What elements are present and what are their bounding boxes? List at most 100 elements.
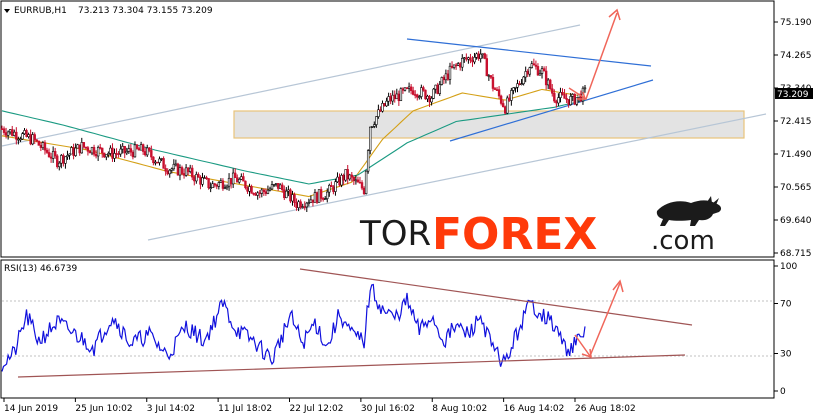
candle-body xyxy=(522,76,525,85)
candle-body xyxy=(499,95,503,104)
candle-body xyxy=(352,176,356,181)
candle-body xyxy=(285,190,288,199)
candle-body xyxy=(64,156,67,164)
candle-body xyxy=(13,131,16,136)
symbol-header: EURRUB,H1 73.213 73.304 73.155 73.209 xyxy=(4,6,213,16)
candle-body xyxy=(225,185,229,189)
candle-body xyxy=(512,87,515,91)
candle-body xyxy=(86,147,90,152)
logo-text-com: .com xyxy=(651,226,715,256)
candle-body xyxy=(487,75,491,77)
candle-body xyxy=(2,128,6,133)
candle-body xyxy=(133,144,137,158)
candle-body xyxy=(98,147,102,149)
candle-body xyxy=(197,174,200,178)
price-tick-label: 70.565 xyxy=(780,183,812,193)
candle-body xyxy=(6,131,10,136)
candle-body xyxy=(117,153,120,155)
candle-body xyxy=(330,184,333,188)
candle-body xyxy=(121,146,124,150)
candle-body xyxy=(340,175,343,186)
candle-body xyxy=(315,192,319,203)
candle-body xyxy=(131,151,135,158)
candle-body xyxy=(293,194,296,203)
candle-body xyxy=(148,147,151,151)
candle-body xyxy=(17,138,20,141)
candle-body xyxy=(436,84,439,94)
candle-body xyxy=(160,158,163,160)
candle-body xyxy=(92,147,96,155)
time-tick-label: 26 Aug 18:02 xyxy=(575,404,636,414)
candle-body xyxy=(524,71,527,78)
candle-body xyxy=(377,109,380,117)
candle-body xyxy=(549,79,552,90)
time-tick-label: 3 Jul 14:02 xyxy=(147,404,195,414)
candle-body xyxy=(456,63,460,66)
candle-body xyxy=(444,73,448,81)
candle-body xyxy=(199,176,202,185)
candle-body xyxy=(37,140,41,146)
candle-body xyxy=(45,149,49,153)
candle-body xyxy=(481,53,484,56)
candle-body xyxy=(346,169,349,180)
candle-body xyxy=(401,88,405,91)
price-tick-label: 72.415 xyxy=(780,117,812,127)
candle-body xyxy=(313,192,317,203)
candle-body xyxy=(526,71,529,75)
candle-body xyxy=(229,177,233,185)
candle-body xyxy=(274,183,278,185)
candle-body xyxy=(305,202,308,208)
candle-body xyxy=(483,53,486,59)
candle-body xyxy=(420,87,423,97)
candle-body xyxy=(338,176,341,186)
candle-body xyxy=(309,199,313,203)
current-price-marker: 73.209 xyxy=(775,88,813,100)
price-tick-label: 71.490 xyxy=(780,150,812,160)
candle-body xyxy=(150,150,153,158)
candle-body xyxy=(182,173,186,176)
candle-body xyxy=(518,83,521,85)
time-tick-label: 25 Jun 10:02 xyxy=(75,404,132,414)
candle-body xyxy=(551,88,554,94)
candle-body xyxy=(170,168,173,171)
candle-body xyxy=(152,156,155,163)
candle-body xyxy=(516,83,519,88)
candle-body xyxy=(530,63,534,68)
candle-body xyxy=(532,63,536,66)
candle-body xyxy=(21,133,24,140)
time-tick-label: 22 Jul 12:02 xyxy=(290,404,344,414)
candle-body xyxy=(0,128,4,130)
candle-body xyxy=(248,186,251,192)
time-tick-label: 14 Jun 2019 xyxy=(4,404,58,414)
candle-body xyxy=(49,156,53,159)
candle-body xyxy=(563,94,566,99)
candle-body xyxy=(281,184,284,191)
candle-body xyxy=(544,70,548,86)
candle-body xyxy=(321,198,325,200)
candle-body xyxy=(137,148,141,151)
ohlc-values: 73.213 73.304 73.155 73.209 xyxy=(78,6,213,16)
rsi-header: RSI(13) 46.6739 xyxy=(4,264,77,274)
candle-body xyxy=(262,189,266,193)
candle-body xyxy=(287,189,290,192)
candle-body xyxy=(29,134,32,145)
candle-body xyxy=(465,57,468,60)
candle-body xyxy=(348,174,351,180)
candle-body xyxy=(360,182,364,189)
candle-body xyxy=(297,201,300,209)
candle-body xyxy=(571,94,574,97)
candle-body xyxy=(35,139,38,142)
candle-body xyxy=(33,134,36,141)
candle-body xyxy=(123,146,126,154)
candle-body xyxy=(238,179,241,183)
candle-body xyxy=(383,103,386,107)
candle-body xyxy=(448,65,452,80)
time-tick-label: 11 Jul 18:02 xyxy=(218,404,272,414)
candle-body xyxy=(461,57,464,68)
candle-body xyxy=(475,53,478,58)
candle-body xyxy=(82,142,86,148)
candle-body xyxy=(440,77,444,85)
candle-body xyxy=(373,124,376,127)
candle-body xyxy=(51,151,55,159)
candle-body xyxy=(393,94,396,100)
